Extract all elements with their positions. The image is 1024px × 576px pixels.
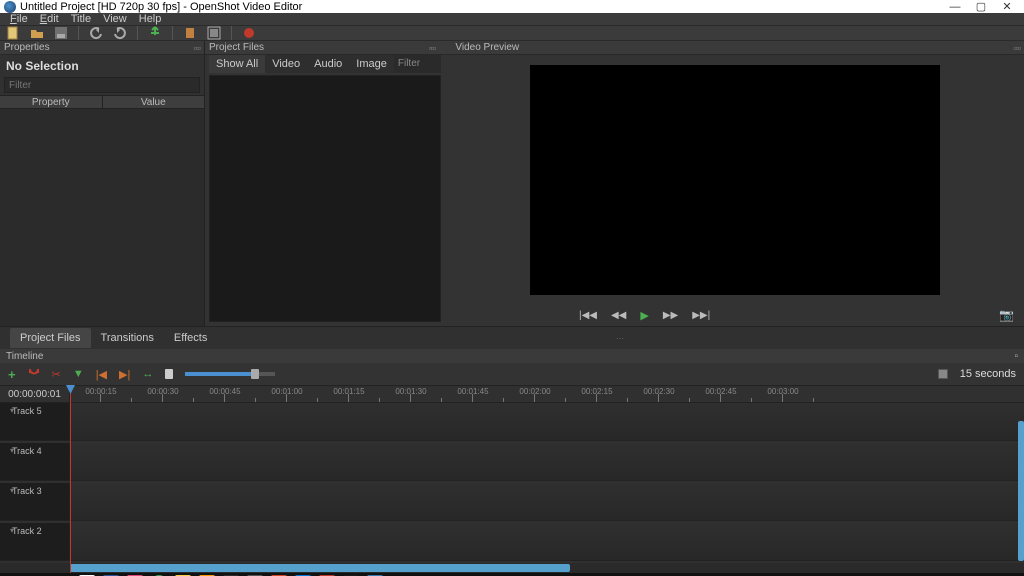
add-marker-icon[interactable]: ▼ [73,368,84,380]
timecode[interactable]: 00:00:00:01 [0,386,70,402]
zoom-knob-left[interactable] [165,369,173,379]
video-preview-panel: |◀◀ ◀◀ ▶ ▶▶ ▶▶| 📷 [445,55,1024,326]
add-track-icon[interactable]: + [8,367,16,382]
track-lane[interactable] [70,523,1024,560]
drag-handle-icon[interactable]: ⋯ [217,334,1024,343]
preview-screen[interactable] [530,65,940,295]
tab-show-all[interactable]: Show All [209,55,265,73]
ruler[interactable]: 00:00:1500:00:3000:00:4500:01:0000:01:15… [70,386,1024,402]
menu-bar: File Edit Title View Help [0,13,1024,25]
tab-transitions[interactable]: Transitions [91,328,164,348]
window-title: Untitled Project [HD 720p 30 fps] - Open… [20,1,302,13]
fullscreen-icon[interactable] [207,26,221,40]
panel-controls-icon[interactable]: ▫ [1014,351,1018,362]
zoom-label: 15 seconds [960,368,1016,380]
zoom-checkbox[interactable] [938,369,948,379]
vertical-scrollbar[interactable] [1018,421,1024,561]
panel-controls-icon[interactable]: ▫▫▫ [193,43,200,53]
jump-end-icon[interactable]: ▶▶| [692,310,710,321]
app-logo-icon [4,1,16,13]
minimize-button[interactable]: — [942,1,968,13]
track-row[interactable]: ▾Track 4 [0,443,1024,481]
import-files-icon[interactable] [148,26,162,40]
tab-project-files[interactable]: Project Files [10,328,91,348]
new-project-icon[interactable] [6,26,20,40]
next-marker-icon[interactable]: ▶| [119,368,130,381]
tracks-area[interactable]: ▾Track 5▾Track 4▾Track 3▾Track 2 [0,403,1024,563]
tab-image[interactable]: Image [349,55,394,73]
tab-audio[interactable]: Audio [307,55,349,73]
track-label[interactable]: ▾Track 4 [0,443,70,480]
tab-effects[interactable]: Effects [164,328,217,348]
prev-marker-icon[interactable]: |◀ [96,368,107,381]
track-label[interactable]: ▾Track 3 [0,483,70,520]
razor-icon[interactable]: ✂ [52,368,61,381]
no-selection-label: No Selection [0,55,204,77]
playhead[interactable] [70,385,71,573]
horizontal-scrollbar[interactable] [0,563,1024,573]
panel-controls-icon[interactable]: ▫▫▫ [1013,43,1020,53]
lower-tabs: Project Files Transitions Effects ⋯ [0,327,1024,349]
main-toolbar [0,25,1024,41]
track-row[interactable]: ▾Track 2 [0,523,1024,561]
project-files-filter[interactable]: Filter [394,55,441,73]
properties-panel: Properties ▫▫▫ No Selection Property Val… [0,41,205,326]
track-label[interactable]: ▾Track 2 [0,523,70,560]
close-button[interactable]: ✕ [994,0,1020,13]
column-value[interactable]: Value [103,96,205,108]
column-property[interactable]: Property [0,96,103,108]
project-files-header: Project Files [209,42,264,53]
profile-icon[interactable] [183,26,197,40]
undo-icon[interactable] [89,26,103,40]
panel-controls-icon[interactable]: ▫▫▫ [429,43,436,53]
maximize-button[interactable]: ▢ [968,0,994,13]
open-project-icon[interactable] [30,26,44,40]
jump-start-icon[interactable]: |◀◀ [579,310,597,321]
save-project-icon[interactable] [54,26,68,40]
project-files-panel: Show All Video Audio Image Filter [205,55,445,326]
export-icon[interactable] [242,26,256,40]
timeline-body: 00:00:00:01 00:00:1500:00:3000:00:4500:0… [0,385,1024,573]
menu-view[interactable]: View [97,13,133,25]
play-icon[interactable]: ▶ [640,309,648,322]
track-row[interactable]: ▾Track 3 [0,483,1024,521]
redo-icon[interactable] [113,26,127,40]
tab-video[interactable]: Video [265,55,307,73]
forward-icon[interactable]: ▶▶ [663,310,678,321]
track-lane[interactable] [70,403,1024,440]
menu-file[interactable]: File [4,13,34,25]
track-lane[interactable] [70,483,1024,520]
menu-edit[interactable]: Edit [34,13,65,25]
zoom-slider[interactable] [185,372,275,376]
snapshot-icon[interactable]: 📷 [999,308,1014,322]
timeline-header: Timeline [6,351,43,362]
snap-icon[interactable] [28,367,40,382]
track-row[interactable]: ▾Track 5 [0,403,1024,441]
properties-body [0,109,204,326]
track-lane[interactable] [70,443,1024,480]
center-playhead-icon[interactable]: ↔ [142,368,153,380]
window-titlebar: Untitled Project [HD 720p 30 fps] - Open… [0,0,1024,13]
project-files-area[interactable] [209,75,441,322]
menu-help[interactable]: Help [133,13,168,25]
menu-title[interactable]: Title [65,13,97,25]
rewind-icon[interactable]: ◀◀ [611,310,626,321]
properties-filter-input[interactable] [4,77,200,93]
properties-header: Properties [4,42,50,53]
timeline-toolbar: + ✂ ▼ |◀ ▶| ↔ 15 seconds [0,363,1024,385]
track-label[interactable]: ▾Track 5 [0,403,70,440]
video-preview-header: Video Preview [455,42,519,53]
